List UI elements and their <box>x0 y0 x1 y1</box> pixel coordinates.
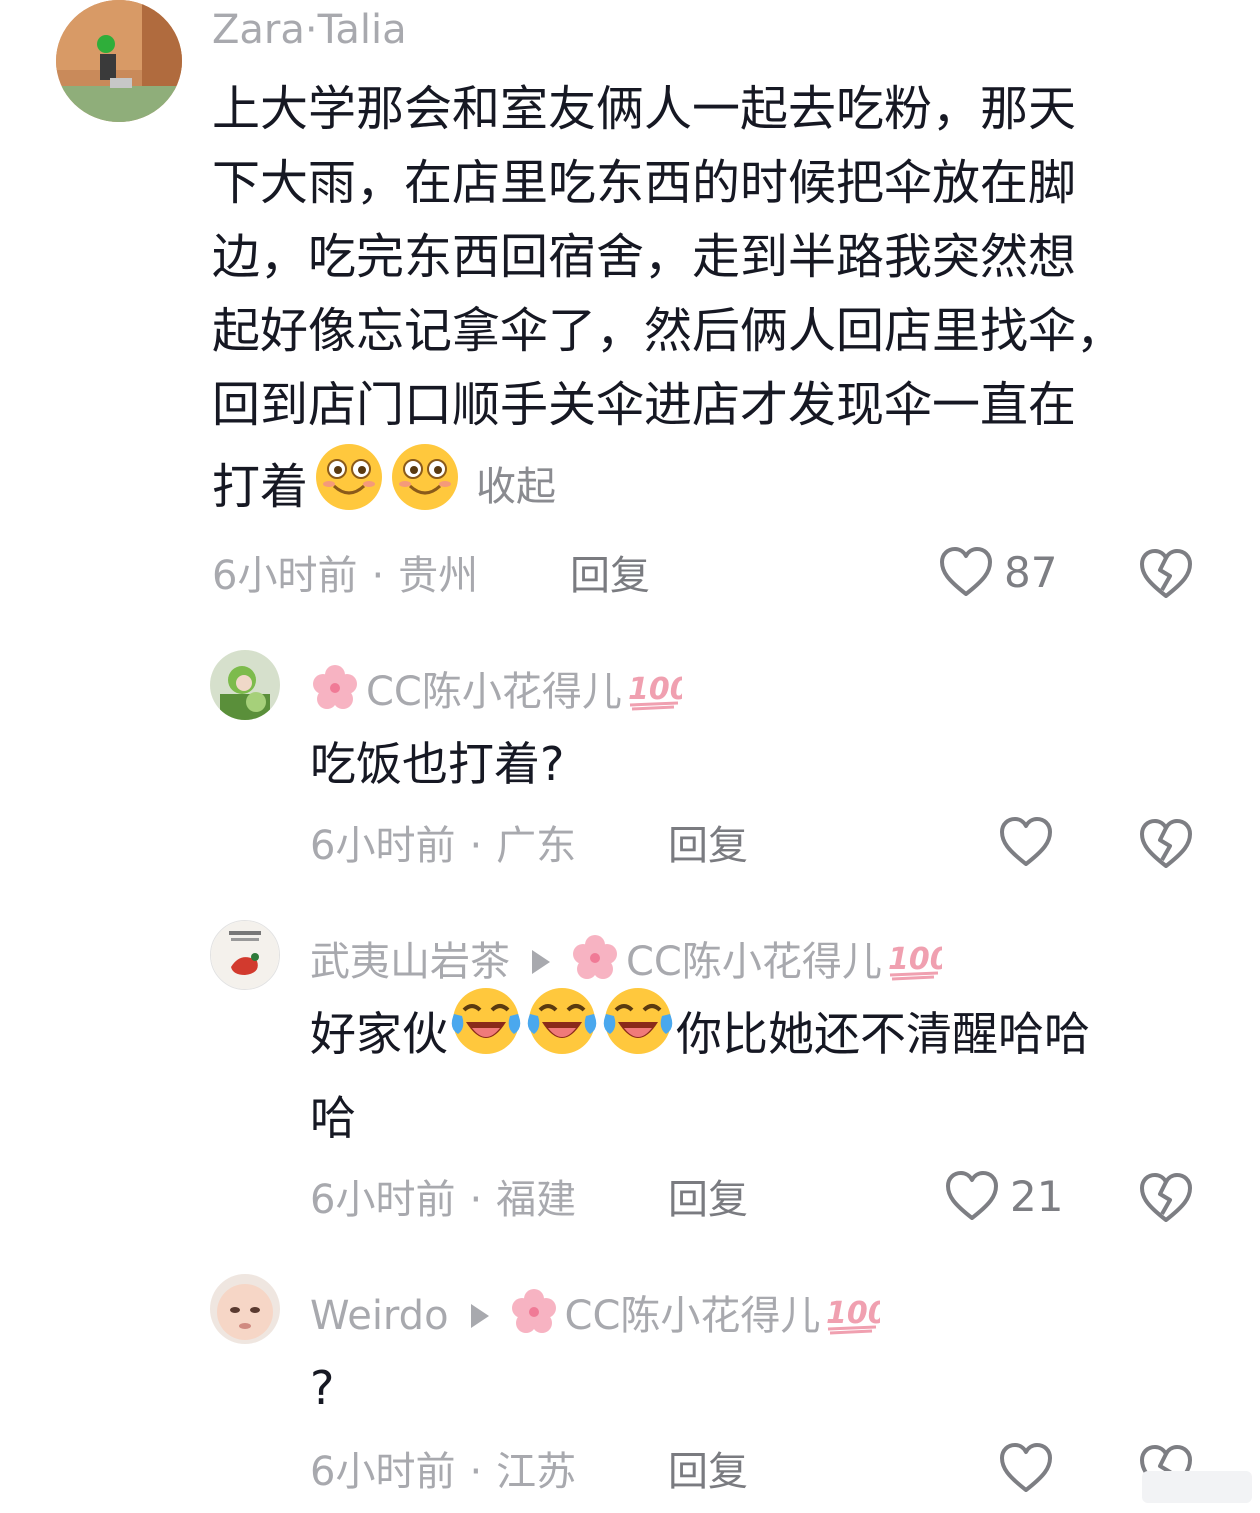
reply-location: 广东 <box>496 823 577 869</box>
reply-location: 福建 <box>496 1177 577 1223</box>
hundred-points-icon: 100 <box>626 665 690 718</box>
reply-button[interactable]: 回复 <box>570 556 650 596</box>
broken-heart-icon <box>1138 819 1194 874</box>
reply-to-username[interactable]: CC陈小花得儿 <box>565 1296 821 1336</box>
avatar-wuyishan[interactable] <box>210 920 280 990</box>
cherry-blossom-icon <box>570 933 620 990</box>
reply-time: 6小时前 <box>310 1177 456 1223</box>
like-count: 87 <box>1004 547 1058 597</box>
reply-button[interactable]: 回复 <box>668 1180 748 1220</box>
avatar-weirdo[interactable] <box>210 1274 280 1344</box>
reply-username-text: 武夷山岩茶 <box>310 938 510 985</box>
reply-meta: 6小时前 · 江苏 <box>310 1452 576 1492</box>
comment-line-text: 打着 <box>212 459 309 515</box>
reply-username[interactable]: CC陈小花得儿 100 <box>310 663 690 720</box>
reply-text-after: 你比她还不清醒哈哈 <box>676 1007 1090 1061</box>
reply-to-username[interactable]: CC陈小花得儿 <box>626 942 882 982</box>
meta-separator: · <box>469 823 483 869</box>
laughing-crying-emoji <box>600 984 676 1084</box>
smile-emoji-icon <box>388 442 462 533</box>
cherry-blossom-icon <box>509 1287 559 1344</box>
reply-location: 江苏 <box>496 1449 577 1495</box>
cherry-blossom-icon <box>310 663 360 720</box>
reply-button[interactable]: 回复 <box>668 826 748 866</box>
hundred-points-icon: 100 <box>886 935 950 988</box>
comment-line: 下大雨，在店里吃东西的时候把伞放在脚 <box>212 155 1077 211</box>
reply-time: 6小时前 <box>310 823 456 869</box>
smile-emoji-icon <box>312 442 386 533</box>
collapse-link[interactable]: 收起 <box>476 450 556 524</box>
comment-meta: 6小时前 · 贵州 <box>212 556 478 596</box>
avatar-cc[interactable] <box>210 650 280 720</box>
reply-username-text: CC陈小花得儿 <box>366 668 622 715</box>
comment-line: 边，吃完东西回宿舍，走到半路我突然想 <box>212 229 1077 285</box>
comment-username[interactable]: Zara·Talia <box>212 10 407 50</box>
comment-line-last: 打着 收起 <box>212 443 1212 524</box>
reply-to-arrow-icon <box>532 949 550 974</box>
comment-location: 贵州 <box>398 553 479 599</box>
heart-outline-icon <box>944 1170 1000 1222</box>
avatar-zara-talia[interactable] <box>56 0 182 122</box>
watermark <box>1142 1471 1252 1503</box>
reply-line: 哈 <box>310 1091 356 1145</box>
heart-outline-icon <box>938 546 994 598</box>
comment-line: 回到店门口顺手关伞进店才发现伞一直在 <box>212 377 1077 433</box>
reply-line: 好家伙 你比她还不清醒哈哈 <box>310 988 1190 1076</box>
reply-body: 好家伙 你比她还不清醒哈哈 哈 <box>310 988 1190 1160</box>
laughing-crying-emoji <box>448 984 524 1084</box>
reply-text-before: 好家伙 <box>310 1007 448 1061</box>
hundred-points-icon: 100 <box>824 1289 889 1342</box>
comment-time: 6小时前 <box>212 553 358 599</box>
comment-line: 起好像忘记拿伞了，然后俩人回店里找伞， <box>212 303 1125 359</box>
dislike-button[interactable] <box>1138 1172 1194 1228</box>
reply-body: ? <box>310 1361 335 1415</box>
dislike-button[interactable] <box>1138 548 1194 604</box>
reply-meta: 6小时前 · 福建 <box>310 1180 576 1220</box>
comment-line: 上大学那会和室友俩人一起去吃粉，那天 <box>212 81 1077 137</box>
like-button[interactable] <box>998 1442 1054 1494</box>
heart-outline-icon <box>998 816 1054 868</box>
reply-body: 吃饭也打着? <box>310 737 565 791</box>
meta-separator: · <box>469 1177 483 1223</box>
like-count: 21 <box>1010 1171 1064 1221</box>
reply-username[interactable]: Weirdo CC陈小花得儿 100 <box>310 1287 889 1344</box>
like-button[interactable]: 87 <box>938 546 1057 598</box>
meta-separator: · <box>371 553 385 599</box>
broken-heart-icon <box>1138 549 1194 604</box>
reply-meta: 6小时前 · 广东 <box>310 826 576 866</box>
reply-username-text: Weirdo <box>310 1292 449 1339</box>
like-button[interactable] <box>998 816 1054 868</box>
like-button[interactable]: 21 <box>944 1170 1063 1222</box>
comment-body: 上大学那会和室友俩人一起去吃粉，那天 下大雨，在店里吃东西的时候把伞放在脚 边，… <box>212 72 1212 524</box>
reply-username[interactable]: 武夷山岩茶 CC陈小花得儿 100 <box>310 933 950 990</box>
dislike-button[interactable] <box>1138 818 1194 874</box>
broken-heart-icon <box>1138 1173 1194 1228</box>
reply-button[interactable]: 回复 <box>668 1452 748 1492</box>
reply-time: 6小时前 <box>310 1449 456 1495</box>
heart-outline-icon <box>998 1442 1054 1494</box>
laughing-crying-emoji <box>524 984 600 1084</box>
reply-to-arrow-icon <box>470 1303 489 1328</box>
meta-separator: · <box>469 1449 483 1495</box>
